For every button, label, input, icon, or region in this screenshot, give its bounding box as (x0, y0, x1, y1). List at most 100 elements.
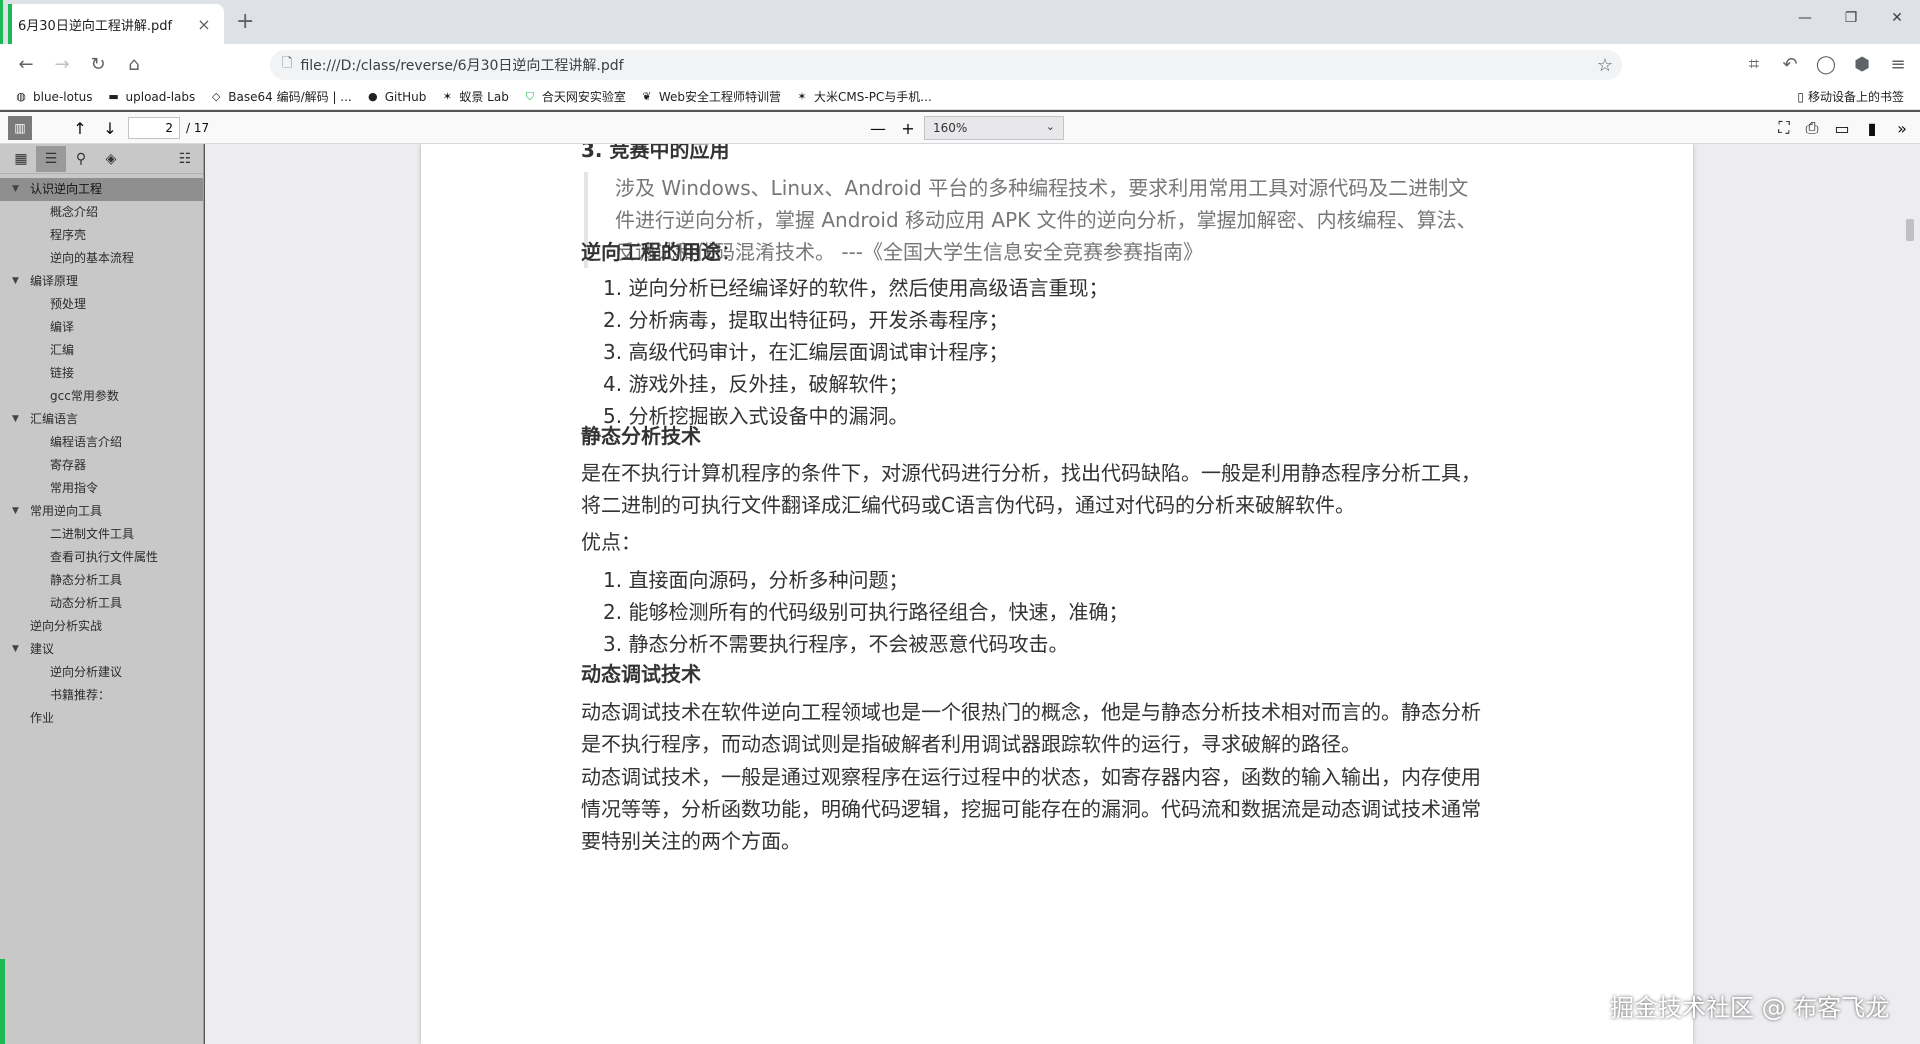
bookmark-blue-lotus[interactable]: ◍ blue-lotus (14, 90, 92, 104)
outline-item[interactable]: 程序壳 (0, 224, 203, 247)
phone-icon: ▯ (1797, 89, 1804, 104)
reload-button[interactable]: ↻ (80, 48, 116, 80)
crop-icon[interactable]: ⌗ (1736, 48, 1772, 80)
expand-triangle-icon[interactable]: ▼ (12, 178, 19, 201)
outline-item[interactable]: 书籍推荐： (0, 684, 203, 707)
outline-section[interactable]: 作业 (0, 707, 203, 730)
browser-tab[interactable]: 6月30日逆向工程讲解.pdf × (8, 4, 224, 44)
undo-icon[interactable]: ↶ (1772, 48, 1808, 80)
expand-triangle-icon[interactable]: ▼ (12, 270, 19, 293)
tab-bar: 6月30日逆向工程讲解.pdf × + — ❐ ✕ (0, 0, 1920, 110)
diamond-icon: ◇ (212, 90, 221, 103)
outline-item[interactable]: gcc常用参数 (0, 385, 203, 408)
sidebar-icon: ▥ (14, 121, 26, 135)
bookmark-web-security[interactable]: ❦ Web安全工程师特训营 (640, 88, 781, 105)
previous-page-button[interactable]: ↑ (68, 116, 92, 140)
outline-item[interactable]: 二进制文件工具 (0, 523, 203, 546)
circle-icon[interactable]: ◯ (1808, 48, 1844, 80)
outline-label: 寄存器 (50, 458, 87, 472)
paragraph-line: 将二进制的可执行文件翻译成汇编代码或C语言伪代码，通过对代码的分析来破解软件。 (581, 493, 1355, 517)
outline-label: 预处理 (50, 297, 87, 311)
outline-item[interactable]: 概念介绍 (0, 201, 203, 224)
close-window-button[interactable]: ✕ (1874, 0, 1920, 36)
minimize-button[interactable]: — (1782, 0, 1828, 36)
globe-icon: ◍ (16, 90, 26, 103)
outline-section[interactable]: ▼ 认识逆向工程 (0, 178, 203, 201)
attachments-view-button[interactable]: ⚲ (66, 146, 96, 172)
outline-item[interactable]: 常用指令 (0, 477, 203, 500)
next-page-button[interactable]: ↓ (98, 116, 122, 140)
outline-item[interactable]: 编程语言介绍 (0, 431, 203, 454)
expand-triangle-icon[interactable]: ▼ (12, 500, 19, 523)
bookmark-button[interactable]: ▮ (1860, 116, 1884, 140)
uses-list: 1. 逆向分析已经编译好的软件，然后使用高级语言重现； 2. 分析病毒，提取出特… (603, 272, 1563, 432)
url-text[interactable]: file:///D:/class/reverse/6月30日逆向工程讲解.pdf (300, 55, 1588, 75)
print-icon: ⎙ (1805, 118, 1819, 137)
outline-item[interactable]: 寄存器 (0, 454, 203, 477)
paragraph-line: 是在不执行计算机程序的条件下，对源代码进行分析，找出代码缺陷。一般是利用静态程序… (581, 461, 1481, 485)
document-viewer[interactable]: 3. 竞赛中的应用 涉及 Windows、Linux、Android 平台的多种… (205, 144, 1920, 1044)
mobile-bookmarks[interactable]: ▯ 移动设备上的书签 (1797, 88, 1904, 105)
list-item: 1. 逆向分析已经编译好的软件，然后使用高级语言重现； (603, 276, 1109, 300)
forward-button[interactable]: → (44, 48, 80, 80)
outline-item[interactable]: 逆向的基本流程 (0, 247, 203, 270)
bookmark-upload-labs[interactable]: ▬ upload-labs (107, 90, 195, 104)
folder-icon: ▬ (108, 90, 119, 103)
outline-item[interactable]: 链接 (0, 362, 203, 385)
expand-triangle-icon[interactable]: ▼ (12, 408, 19, 431)
browser-toolbar: ← → ↻ ⌂ 🗋 file:///D:/class/reverse/6月30日… (0, 44, 1920, 84)
outline-section[interactable]: ▼ 编译原理 (0, 270, 203, 293)
zoom-out-button[interactable]: — (866, 116, 890, 140)
bookmark-yijing-lab[interactable]: ✶ 蚁景 Lab (440, 88, 509, 105)
extension-icon[interactable]: ⬢ (1844, 48, 1880, 80)
bookmark-github[interactable]: ● GitHub (366, 90, 426, 104)
thumbnails-view-button[interactable]: ▦ (6, 146, 36, 172)
outline-label: 编译 (50, 320, 75, 334)
address-bar[interactable]: 🗋 file:///D:/class/reverse/6月30日逆向工程讲解.p… (270, 50, 1622, 80)
save-button[interactable]: ▭ (1830, 116, 1854, 140)
outline-label: 编译原理 (30, 274, 79, 288)
outline-section[interactable]: ▼ 建议 (0, 638, 203, 661)
print-button[interactable]: ⎙ (1800, 116, 1824, 140)
sidebar-toggle-button[interactable]: ▥ (8, 116, 32, 140)
outline-item[interactable]: 查看可执行文件属性 (0, 546, 203, 569)
outline-label: gcc常用参数 (50, 389, 119, 403)
outline-item[interactable]: 动态分析工具 (0, 592, 203, 615)
outline-view-button[interactable]: ☰ (36, 145, 66, 172)
current-outline-item-button[interactable]: ☷ (170, 146, 200, 172)
outline-label: 认识逆向工程 (30, 182, 103, 196)
save-icon: ▭ (1834, 118, 1850, 138)
section-heading: 3. 竞赛中的应用 (581, 144, 730, 162)
outline-item[interactable]: 逆向分析建议 (0, 661, 203, 684)
scrollbar-thumb[interactable] (1906, 219, 1914, 241)
outline-label: 动态分析工具 (50, 596, 123, 610)
bookmark-base64[interactable]: ◇ Base64 编码/解码 | ... (209, 88, 352, 105)
zoom-in-button[interactable]: + (896, 116, 920, 140)
quote-line: 件进行逆向分析，掌握 Android 移动应用 APK 文件的逆向分析，掌握加解… (615, 208, 1477, 232)
page-total: / 17 (186, 121, 210, 135)
ant-icon: ✶ (442, 90, 452, 103)
outline-section[interactable]: ▼ 常用逆向工具 (0, 500, 203, 523)
bookmark-star-icon[interactable]: ☆ (1588, 55, 1622, 76)
outline-item[interactable]: 编译 (0, 316, 203, 339)
outline-section[interactable]: 逆向分析实战 (0, 615, 203, 638)
layers-view-button[interactable]: ◈ (96, 146, 126, 172)
tools-button[interactable]: » (1890, 116, 1914, 140)
tab-close-icon[interactable]: × (194, 15, 214, 34)
outline-item[interactable]: 静态分析工具 (0, 569, 203, 592)
page-number-input[interactable] (128, 117, 180, 139)
home-button[interactable]: ⌂ (116, 48, 152, 80)
menu-icon[interactable]: ≡ (1880, 48, 1916, 80)
new-tab-button[interactable]: + (236, 10, 254, 34)
outline-item[interactable]: 预处理 (0, 293, 203, 316)
restore-button[interactable]: ❐ (1828, 0, 1874, 36)
presentation-mode-button[interactable]: ⛶ (1772, 116, 1796, 140)
outline-section[interactable]: ▼ 汇编语言 (0, 408, 203, 431)
zoom-select[interactable]: 160% ⌄ (924, 116, 1064, 140)
back-button[interactable]: ← (8, 48, 44, 80)
outline-item[interactable]: 汇编 (0, 339, 203, 362)
mobile-bookmarks-label: 移动设备上的书签 (1807, 90, 1904, 104)
expand-triangle-icon[interactable]: ▼ (12, 638, 19, 661)
bookmark-damicms[interactable]: ✶ 大米CMS-PC与手机... (795, 88, 931, 105)
bookmark-hetian[interactable]: ⛉ 合天网安实验室 (523, 88, 626, 105)
